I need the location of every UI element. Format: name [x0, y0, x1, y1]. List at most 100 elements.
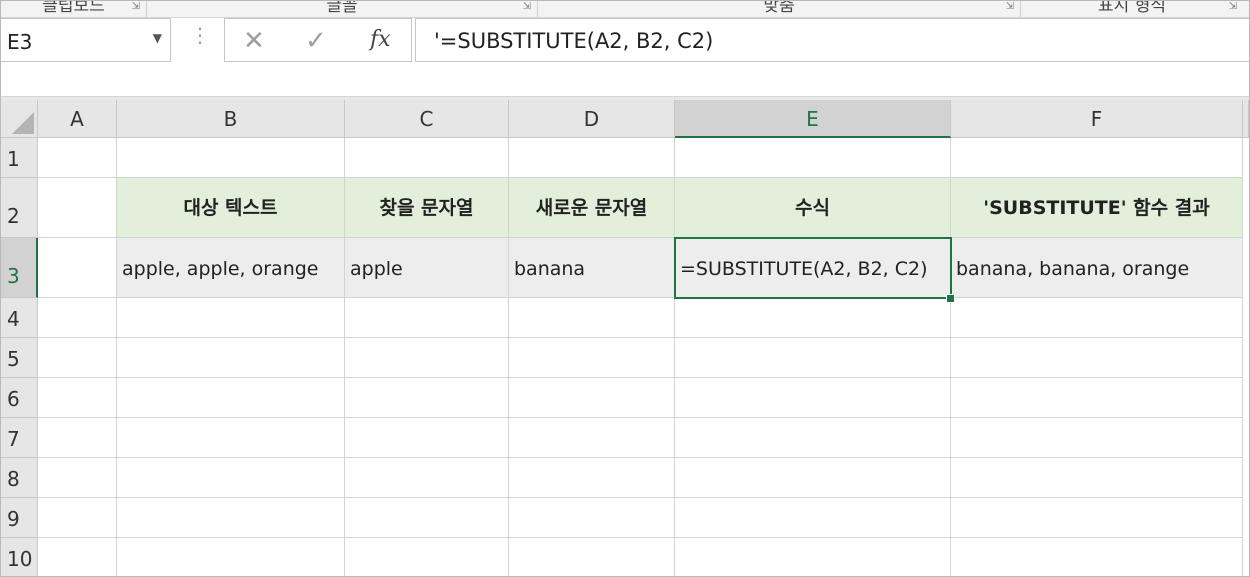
column-header-f[interactable]: F — [951, 100, 1243, 138]
cell-b8[interactable] — [117, 458, 345, 498]
column-header-b[interactable]: B — [117, 100, 345, 138]
cell-d2[interactable]: 새로운 문자열 — [509, 178, 675, 238]
row-header-6[interactable]: 6 — [1, 378, 38, 418]
ribbon-group-font: 글꼴 ⇲ — [147, 1, 537, 17]
cell-c3[interactable]: apple — [345, 238, 509, 298]
name-box[interactable]: E3 ▼ — [1, 18, 171, 62]
cell-f3[interactable]: banana, banana, orange — [951, 238, 1243, 298]
cell-c4[interactable] — [345, 298, 509, 338]
cell-d10[interactable] — [509, 538, 675, 576]
cell-d1[interactable] — [509, 138, 675, 178]
cell-b4[interactable] — [117, 298, 345, 338]
row-header-9[interactable]: 9 — [1, 498, 38, 538]
formula-text: '=SUBSTITUTE(A2, B2, C2) — [434, 29, 714, 53]
cell-a3[interactable] — [38, 238, 117, 298]
insert-function-icon[interactable]: fx — [370, 27, 391, 52]
cancel-icon[interactable]: ✕ — [243, 26, 265, 56]
ribbon-group-number: 표시 형식 ⇲ — [1021, 1, 1243, 17]
ribbon-group-strip: 클립보드 ⇲ 글꼴 ⇲ 맞춤 ⇲ 표시 형식 ⇲ — [1, 1, 1249, 18]
cell-a2[interactable] — [38, 178, 117, 238]
fill-handle[interactable] — [946, 294, 955, 303]
dialog-launcher-icon[interactable]: ⇲ — [132, 1, 140, 12]
cell-c6[interactable] — [345, 378, 509, 418]
cell-d8[interactable] — [509, 458, 675, 498]
cell-a8[interactable] — [38, 458, 117, 498]
column-header-a[interactable]: A — [38, 100, 117, 138]
row-header-4[interactable]: 4 — [1, 298, 38, 338]
cell-a4[interactable] — [38, 298, 117, 338]
cell-a6[interactable] — [38, 378, 117, 418]
cell-f7[interactable] — [951, 418, 1243, 458]
row-header-7[interactable]: 7 — [1, 418, 38, 458]
select-all-icon — [12, 112, 34, 134]
cell-b3[interactable]: apple, apple, orange — [117, 238, 345, 298]
cell-c7[interactable] — [345, 418, 509, 458]
cell-f6[interactable] — [951, 378, 1243, 418]
select-all-button[interactable] — [1, 100, 38, 138]
cell-f5[interactable] — [951, 338, 1243, 378]
cell-c10[interactable] — [345, 538, 509, 576]
cell-a1[interactable] — [38, 138, 117, 178]
cell-f10[interactable] — [951, 538, 1243, 576]
cell-b5[interactable] — [117, 338, 345, 378]
cell-f2[interactable]: 'SUBSTITUTE' 함수 결과 — [951, 178, 1243, 238]
row-header-8[interactable]: 8 — [1, 458, 38, 498]
dialog-launcher-icon[interactable]: ⇲ — [1006, 1, 1014, 12]
cell-b6[interactable] — [117, 378, 345, 418]
column-header-d[interactable]: D — [509, 100, 675, 138]
cell-d9[interactable] — [509, 498, 675, 538]
cell-a5[interactable] — [38, 338, 117, 378]
cell-c2[interactable]: 찾을 문자열 — [345, 178, 509, 238]
cell-d4[interactable] — [509, 298, 675, 338]
cell-b2[interactable]: 대상 텍스트 — [117, 178, 345, 238]
cell-d6[interactable] — [509, 378, 675, 418]
ribbon-group-label: 클립보드 — [42, 0, 105, 16]
cell-f8[interactable] — [951, 458, 1243, 498]
cell-d5[interactable] — [509, 338, 675, 378]
cell-e2[interactable]: 수식 — [675, 178, 951, 238]
cell-c5[interactable] — [345, 338, 509, 378]
name-box-value: E3 — [7, 30, 33, 54]
cell-e4[interactable] — [675, 298, 951, 338]
ribbon-group-alignment: 맞춤 ⇲ — [538, 1, 1020, 17]
cell-e1[interactable] — [675, 138, 951, 178]
formula-bar-grip-icon[interactable]: ⋮ — [190, 25, 210, 45]
cell-b9[interactable] — [117, 498, 345, 538]
cell-a10[interactable] — [38, 538, 117, 576]
column-header-c[interactable]: C — [345, 100, 509, 138]
row-header-1[interactable]: 1 — [1, 138, 38, 178]
cell-e8[interactable] — [675, 458, 951, 498]
row-header-10[interactable]: 10 — [1, 538, 38, 576]
cell-e9[interactable] — [675, 498, 951, 538]
cell-c1[interactable] — [345, 138, 509, 178]
cell-f4[interactable] — [951, 298, 1243, 338]
cell-f9[interactable] — [951, 498, 1243, 538]
dialog-launcher-icon[interactable]: ⇲ — [523, 1, 531, 12]
column-header-next[interactable] — [1243, 100, 1249, 138]
ribbon-group-label: 표시 형식 — [1098, 0, 1166, 16]
dialog-launcher-icon[interactable]: ⇲ — [1229, 1, 1237, 12]
enter-icon[interactable]: ✓ — [305, 26, 327, 56]
cell-a9[interactable] — [38, 498, 117, 538]
row-header-3[interactable]: 3 — [1, 238, 38, 298]
ribbon-group-clipboard: 클립보드 ⇲ — [1, 1, 146, 17]
formula-input[interactable]: '=SUBSTITUTE(A2, B2, C2) — [415, 18, 1249, 62]
cell-f1[interactable] — [951, 138, 1243, 178]
row-header-5[interactable]: 5 — [1, 338, 38, 378]
cell-c9[interactable] — [345, 498, 509, 538]
cell-b10[interactable] — [117, 538, 345, 576]
cell-d3[interactable]: banana — [509, 238, 675, 298]
cell-e3[interactable]: =SUBSTITUTE(A2, B2, C2) — [675, 238, 951, 298]
cell-d7[interactable] — [509, 418, 675, 458]
cell-b1[interactable] — [117, 138, 345, 178]
cell-a7[interactable] — [38, 418, 117, 458]
row-header-2[interactable]: 2 — [1, 178, 38, 238]
cell-b7[interactable] — [117, 418, 345, 458]
chevron-down-icon[interactable]: ▼ — [153, 31, 162, 45]
cell-e10[interactable] — [675, 538, 951, 576]
cell-e6[interactable] — [675, 378, 951, 418]
cell-e7[interactable] — [675, 418, 951, 458]
cell-e5[interactable] — [675, 338, 951, 378]
column-header-e[interactable]: E — [675, 100, 951, 138]
cell-c8[interactable] — [345, 458, 509, 498]
